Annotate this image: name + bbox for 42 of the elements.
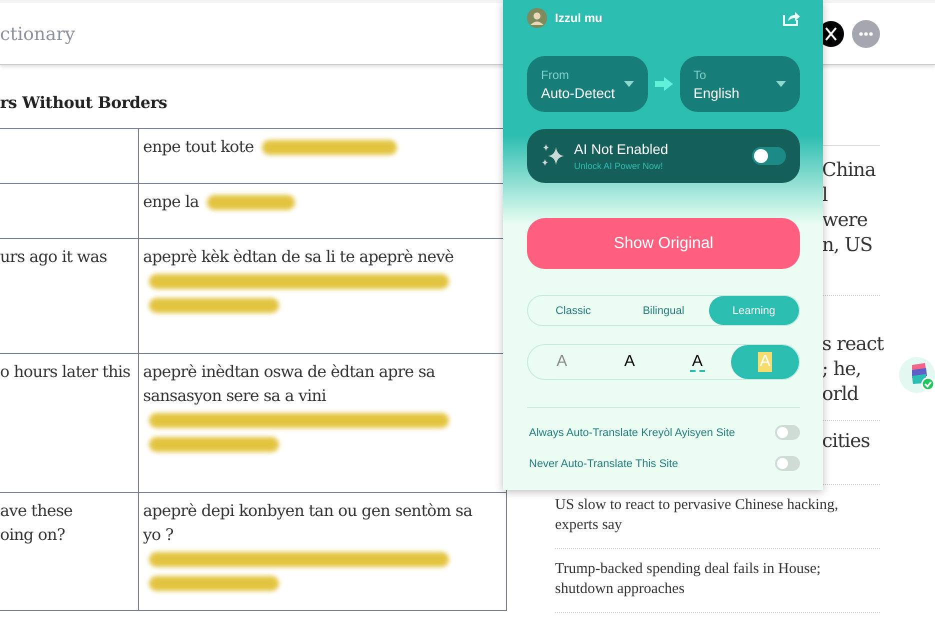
- headline-text[interactable]: orld: [822, 382, 880, 407]
- style-option[interactable]: A: [664, 345, 732, 379]
- translated-text: apeprè depi konbyen tan ou gen sentòm sa yo ?: [143, 501, 472, 544]
- source-text: o hours later this: [0, 361, 132, 383]
- headline-text[interactable]: Trump-backed spending deal fails in House; shutdown approaches: [555, 559, 880, 599]
- headline-text[interactable]: n, US: [822, 233, 880, 258]
- select-value: English: [694, 84, 740, 100]
- headline-text[interactable]: China: [822, 158, 880, 183]
- source-text: urs ago it was: [0, 246, 108, 268]
- headline-text[interactable]: cities: [822, 429, 880, 454]
- mode-tab[interactable]: Bilingual: [618, 296, 709, 325]
- headline-text[interactable]: US slow to react to pervasive Chinese hacking, experts say: [555, 495, 880, 535]
- source-language-select[interactable]: From Auto-Detect: [527, 56, 648, 112]
- user-name: Izzul mu: [555, 11, 602, 25]
- headline-text[interactable]: ; he,: [822, 357, 880, 382]
- more-icon[interactable]: [852, 20, 880, 48]
- translated-text: enpe tout kote: [143, 136, 254, 158]
- arrow-icon: [654, 77, 672, 91]
- setting-label: Never Auto-Translate This Site: [529, 458, 678, 470]
- ai-title: AI Not Enabled: [574, 141, 670, 157]
- select-label: To: [694, 68, 708, 82]
- source-text: ave these oing on?: [0, 500, 74, 546]
- translated-text: apeprè kèk èdtan de sa li te apeprè nevè: [143, 247, 454, 266]
- extension-logo-icon: [899, 357, 935, 393]
- translated-text: enpe la: [143, 191, 199, 213]
- avatar-icon: [527, 8, 547, 28]
- toggle-switch[interactable]: [775, 456, 800, 471]
- translated-text: apeprè inèdtan oswa de èdtan apre sa sansasyon sere sa a vini: [143, 362, 435, 405]
- share-icon[interactable]: [782, 10, 800, 26]
- setting-label: Always Auto-Translate Kreyòl Ayisyen Site: [529, 426, 736, 438]
- article-title: rs Without Borders: [0, 93, 168, 112]
- mode-tab[interactable]: Classic: [528, 296, 618, 325]
- target-language-select[interactable]: To English: [680, 56, 800, 112]
- headline-text[interactable]: were: [822, 208, 880, 233]
- headline-text[interactable]: l: [822, 183, 880, 208]
- select-label: From: [541, 68, 570, 82]
- style-option[interactable]: A: [596, 345, 664, 379]
- select-value: Auto-Detect: [541, 84, 615, 100]
- caret-icon: [776, 81, 786, 87]
- toggle-switch[interactable]: [775, 425, 800, 440]
- toggle-switch[interactable]: [752, 147, 786, 165]
- caret-icon: [624, 81, 634, 87]
